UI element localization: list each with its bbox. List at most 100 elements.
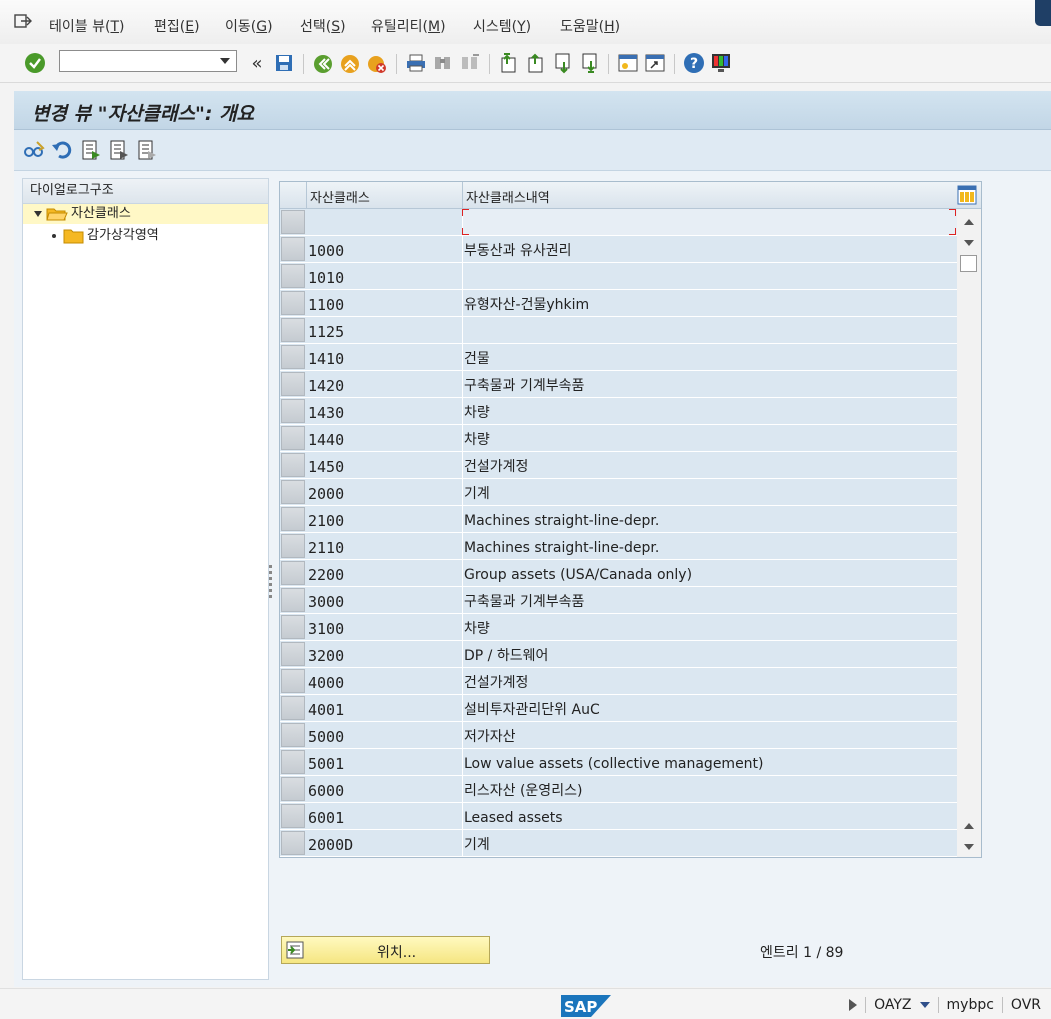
asset-class-description-cell[interactable]: DP / 하드웨어 — [462, 641, 958, 667]
asset-class-description-cell[interactable]: 유형자산-건물yhkim — [462, 290, 958, 316]
scroll-down-icon[interactable] — [964, 240, 974, 246]
table-row[interactable]: 1000 부동산과 유사권리 — [280, 236, 957, 263]
table-row[interactable]: 5000 저가자산 — [280, 722, 957, 749]
previous-page-icon[interactable] — [525, 52, 547, 74]
table-row[interactable]: 1100 유형자산-건물yhkim — [280, 290, 957, 317]
last-page-icon[interactable] — [579, 52, 601, 74]
table-row[interactable]: 1450 건설가계정 — [280, 452, 957, 479]
first-page-icon[interactable] — [498, 52, 520, 74]
menu-system[interactable]: 시스템(Y) — [473, 16, 531, 36]
row-selector[interactable] — [281, 696, 305, 720]
asset-class-description-cell[interactable]: 설비투자관리단위 AuC — [462, 695, 958, 721]
print-icon[interactable] — [405, 52, 427, 74]
asset-class-description-cell[interactable]: 부동산과 유사권리 — [462, 236, 958, 262]
table-row[interactable] — [280, 209, 958, 236]
asset-class-cell[interactable]: 6001 — [307, 803, 462, 829]
asset-class-description-cell[interactable]: Machines straight-line-depr. — [462, 506, 958, 532]
row-selector[interactable] — [281, 723, 305, 747]
row-selector[interactable] — [281, 399, 305, 423]
scroll-thumb[interactable] — [960, 255, 977, 272]
column-header-asset-class-description[interactable]: 자산클래스내역 — [466, 187, 550, 206]
table-row[interactable]: 6001 Leased assets — [280, 803, 957, 830]
table-row[interactable]: 2000D 기계 — [280, 830, 957, 857]
table-row[interactable]: 1420 구축물과 기계부속품 — [280, 371, 957, 398]
deselect-all-icon[interactable] — [136, 139, 158, 161]
menu-table-view[interactable]: 테이블 뷰(T) — [49, 16, 124, 36]
asset-class-cell[interactable]: 4001 — [307, 695, 462, 721]
menu-exit-icon[interactable] — [14, 13, 32, 29]
row-selector[interactable] — [281, 588, 305, 612]
asset-class-description-cell[interactable]: 건설가계정 — [462, 668, 958, 694]
table-row[interactable]: 6000 리스자산 (운영리스) — [280, 776, 957, 803]
asset-class-description-cell[interactable]: 차량 — [462, 398, 958, 424]
scroll-up-icon[interactable] — [964, 219, 974, 225]
status-play-icon[interactable] — [849, 999, 858, 1011]
asset-class-cell[interactable]: 2110 — [307, 533, 462, 559]
asset-class-cell[interactable]: 1125 — [307, 317, 462, 343]
row-selector[interactable] — [281, 831, 305, 855]
row-selector[interactable] — [281, 345, 305, 369]
asset-class-description-cell[interactable]: Low value assets (collective management) — [462, 749, 958, 775]
help-icon[interactable]: ? — [683, 52, 705, 74]
table-row[interactable]: 3000 구축물과 기계부속품 — [280, 587, 957, 614]
asset-class-cell[interactable]: 1010 — [307, 263, 462, 289]
asset-class-cell[interactable] — [307, 209, 462, 235]
tree-node-depreciation-area[interactable]: 감가상각영역 — [23, 226, 268, 246]
double-chevron-left-icon[interactable]: « — [246, 52, 268, 74]
row-selector[interactable] — [281, 669, 305, 693]
row-selector[interactable] — [281, 372, 305, 396]
splitter-handle[interactable] — [269, 565, 273, 605]
asset-class-description-cell[interactable]: 건물 — [462, 344, 958, 370]
select-block-icon[interactable] — [108, 139, 130, 161]
find-next-icon[interactable] — [459, 52, 481, 74]
column-header-asset-class[interactable]: 자산클래스 — [310, 187, 370, 206]
asset-class-cell[interactable]: 3000 — [307, 587, 462, 613]
asset-class-cell[interactable]: 5001 — [307, 749, 462, 775]
table-row[interactable]: 1410 건물 — [280, 344, 957, 371]
table-row[interactable]: 3100 차량 — [280, 614, 957, 641]
menu-select[interactable]: 선택(S) — [300, 16, 346, 36]
table-row[interactable]: 1010 — [280, 263, 957, 290]
row-selector[interactable] — [281, 237, 305, 261]
table-row[interactable]: 2110 Machines straight-line-depr. — [280, 533, 957, 560]
row-selector[interactable] — [281, 642, 305, 666]
window-corner-tab[interactable] — [1035, 0, 1051, 26]
scroll-page-down-icon[interactable] — [964, 844, 974, 850]
exit-icon[interactable] — [339, 52, 361, 74]
find-icon[interactable] — [432, 52, 454, 74]
cancel-icon[interactable] — [366, 52, 388, 74]
display-change-glasses-icon[interactable] — [23, 139, 45, 161]
row-selector[interactable] — [281, 264, 305, 288]
asset-class-cell[interactable]: 1430 — [307, 398, 462, 424]
asset-class-description-cell[interactable] — [462, 263, 958, 289]
row-selector[interactable] — [281, 750, 305, 774]
row-selector[interactable] — [281, 777, 305, 801]
next-page-icon[interactable] — [552, 52, 574, 74]
menu-goto[interactable]: 이동(G) — [225, 16, 273, 36]
menu-edit[interactable]: 편집(E) — [154, 16, 200, 36]
asset-class-description-cell[interactable]: 구축물과 기계부속품 — [462, 371, 958, 397]
asset-class-description-cell[interactable]: 차량 — [462, 425, 958, 451]
undo-icon[interactable] — [51, 139, 73, 161]
table-row[interactable]: 5001 Low value assets (collective managem… — [280, 749, 957, 776]
asset-class-description-cell[interactable]: 기계 — [462, 830, 958, 856]
row-selector[interactable] — [281, 507, 305, 531]
generate-shortcut-icon[interactable] — [644, 52, 666, 74]
asset-class-description-cell[interactable]: 건설가계정 — [462, 452, 958, 478]
asset-class-cell[interactable]: 4000 — [307, 668, 462, 694]
asset-class-description-cell[interactable]: Machines straight-line-depr. — [462, 533, 958, 559]
table-row[interactable]: 2000 기계 — [280, 479, 957, 506]
system-dropdown-icon[interactable] — [919, 1002, 930, 1008]
asset-class-cell[interactable]: 2200 — [307, 560, 462, 586]
tree-node-asset-class[interactable]: 자산클래스 — [23, 204, 268, 224]
asset-class-description-cell[interactable]: 기계 — [462, 479, 958, 505]
table-scrollbar[interactable] — [957, 209, 981, 857]
chevron-down-icon[interactable] — [220, 58, 230, 64]
tree-expand-triangle-icon[interactable] — [34, 211, 42, 217]
table-row[interactable]: 1440 차량 — [280, 425, 957, 452]
table-row[interactable]: 4001 설비투자관리단위 AuC — [280, 695, 957, 722]
table-row[interactable]: 3200 DP / 하드웨어 — [280, 641, 957, 668]
asset-class-cell[interactable]: 1000 — [307, 236, 462, 262]
customize-layout-icon[interactable] — [710, 52, 732, 74]
asset-class-cell[interactable]: 6000 — [307, 776, 462, 802]
